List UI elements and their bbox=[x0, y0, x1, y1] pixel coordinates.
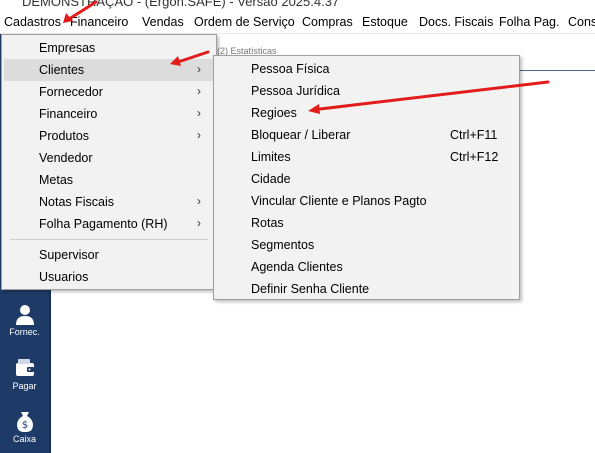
submenu-item-label: Segmentos bbox=[251, 238, 315, 252]
submenu-item-definir-senha[interactable]: Definir Senha Cliente bbox=[216, 278, 517, 300]
shortcut-label: Ctrl+F11 bbox=[450, 128, 498, 142]
menu-separator bbox=[10, 239, 208, 240]
clientes-submenu: Pessoa Física Pessoa Jurídica Regioes Bl… bbox=[213, 55, 520, 300]
cadastros-menu: Empresas Clientes › Fornecedor › Finance… bbox=[1, 34, 217, 290]
submenu-item-label: Cidade bbox=[251, 172, 291, 186]
money-bag-icon: $ bbox=[17, 412, 33, 432]
content-divider bbox=[515, 70, 595, 71]
submenu-item-label: Vincular Cliente e Planos Pagto bbox=[251, 194, 427, 208]
menu-item-folha-pagamento[interactable]: Folha Pagamento (RH) › bbox=[4, 213, 214, 235]
menu-item-notas-fiscais[interactable]: Notas Fiscais › bbox=[4, 191, 214, 213]
chevron-right-icon: › bbox=[197, 194, 201, 208]
submenu-item-label: Limites bbox=[251, 150, 291, 164]
submenu-item-pessoa-juridica[interactable]: Pessoa Jurídica bbox=[216, 80, 517, 102]
menu-estoque[interactable]: Estoque bbox=[362, 15, 408, 29]
menu-item-label: Usuarios bbox=[39, 270, 89, 284]
menu-compras[interactable]: Compras bbox=[302, 15, 353, 29]
wallet-icon bbox=[16, 359, 34, 376]
menu-item-label: Produtos bbox=[39, 129, 90, 143]
chevron-right-icon: › bbox=[197, 128, 201, 142]
chevron-right-icon: › bbox=[197, 106, 201, 120]
menu-item-label: Empresas bbox=[39, 41, 96, 55]
submenu-item-segmentos[interactable]: Segmentos bbox=[216, 234, 517, 256]
submenu-item-label: Regioes bbox=[251, 106, 297, 120]
menu-item-label: Fornecedor bbox=[39, 85, 103, 99]
menu-item-clientes[interactable]: Clientes › bbox=[4, 59, 214, 81]
submenu-item-label: Pessoa Jurídica bbox=[251, 84, 340, 98]
menu-item-metas[interactable]: Metas bbox=[4, 169, 214, 191]
menu-item-label: Clientes bbox=[39, 63, 85, 77]
sidebar-label-caixa: Caixa bbox=[12, 434, 36, 444]
menu-item-produtos[interactable]: Produtos › bbox=[4, 125, 214, 147]
window-title: DEMONSTRAÇÃO - (Ergon.SAFE) - Versão 202… bbox=[22, 0, 340, 9]
title-bar: DEMONSTRAÇÃO - (Ergon.SAFE) - Versão 202… bbox=[0, 0, 595, 12]
menu-item-label: Vendedor bbox=[39, 151, 93, 165]
menu-item-label: Metas bbox=[39, 173, 74, 187]
svg-text:$: $ bbox=[22, 420, 28, 431]
menu-financeiro[interactable]: Financeiro bbox=[70, 15, 128, 29]
menu-cadastros[interactable]: Cadastros bbox=[4, 15, 61, 29]
sidebar-button-caixa[interactable]: $ Caixa bbox=[0, 407, 49, 451]
menu-ordem-servico[interactable]: Ordem de Serviço bbox=[194, 15, 295, 29]
menu-docs-fiscais[interactable]: Docs. Fiscais bbox=[419, 15, 493, 29]
sidebar-button-pagar[interactable]: Pagar bbox=[0, 354, 49, 398]
chevron-right-icon: › bbox=[197, 216, 201, 230]
submenu-item-limites[interactable]: Limites Ctrl+F12 bbox=[216, 146, 517, 168]
menu-bar: Cadastros Financeiro Vendas Ordem de Ser… bbox=[0, 12, 595, 34]
shortcut-label: Ctrl+F12 bbox=[450, 150, 499, 164]
submenu-item-cidade[interactable]: Cidade bbox=[216, 168, 517, 190]
user-icon bbox=[16, 305, 34, 325]
chevron-right-icon: › bbox=[197, 62, 201, 76]
submenu-item-label: Rotas bbox=[251, 216, 284, 230]
submenu-item-pessoa-fisica[interactable]: Pessoa Física bbox=[216, 58, 517, 80]
sidebar-label-pagar: Pagar bbox=[12, 381, 37, 391]
menu-item-usuarios[interactable]: Usuarios bbox=[4, 266, 214, 288]
submenu-item-bloquear-liberar[interactable]: Bloquear / Liberar Ctrl+F11 bbox=[216, 124, 517, 146]
menu-item-empresas[interactable]: Empresas bbox=[4, 37, 214, 59]
submenu-item-vincular-cliente[interactable]: Vincular Cliente e Planos Pagto bbox=[216, 190, 517, 212]
submenu-item-label: Agenda Clientes bbox=[251, 260, 343, 274]
menu-item-supervisor[interactable]: Supervisor bbox=[4, 244, 214, 266]
submenu-item-label: Bloquear / Liberar bbox=[251, 128, 351, 142]
menu-cons[interactable]: Cons bbox=[568, 15, 595, 29]
sidebar-button-fornec[interactable]: Fornec. bbox=[0, 300, 49, 344]
menu-item-label: Notas Fiscais bbox=[39, 195, 115, 209]
submenu-item-agenda-clientes[interactable]: Agenda Clientes bbox=[216, 256, 517, 278]
menu-item-vendedor[interactable]: Vendedor bbox=[4, 147, 214, 169]
menu-item-financeiro[interactable]: Financeiro › bbox=[4, 103, 214, 125]
submenu-item-rotas[interactable]: Rotas bbox=[216, 212, 517, 234]
menu-vendas[interactable]: Vendas bbox=[142, 15, 184, 29]
submenu-item-regioes[interactable]: Regioes bbox=[216, 102, 517, 124]
menu-item-label: Supervisor bbox=[39, 248, 99, 262]
submenu-item-label: Pessoa Física bbox=[251, 62, 330, 76]
submenu-item-label: Definir Senha Cliente bbox=[251, 282, 370, 296]
menu-item-fornecedor[interactable]: Fornecedor › bbox=[4, 81, 214, 103]
chevron-right-icon: › bbox=[197, 84, 201, 98]
menu-item-label: Financeiro bbox=[39, 107, 98, 121]
sidebar-label-fornec: Fornec. bbox=[9, 327, 40, 337]
menu-item-label: Folha Pagamento (RH) bbox=[39, 217, 168, 231]
menu-folha-pag[interactable]: Folha Pag. bbox=[499, 15, 559, 29]
